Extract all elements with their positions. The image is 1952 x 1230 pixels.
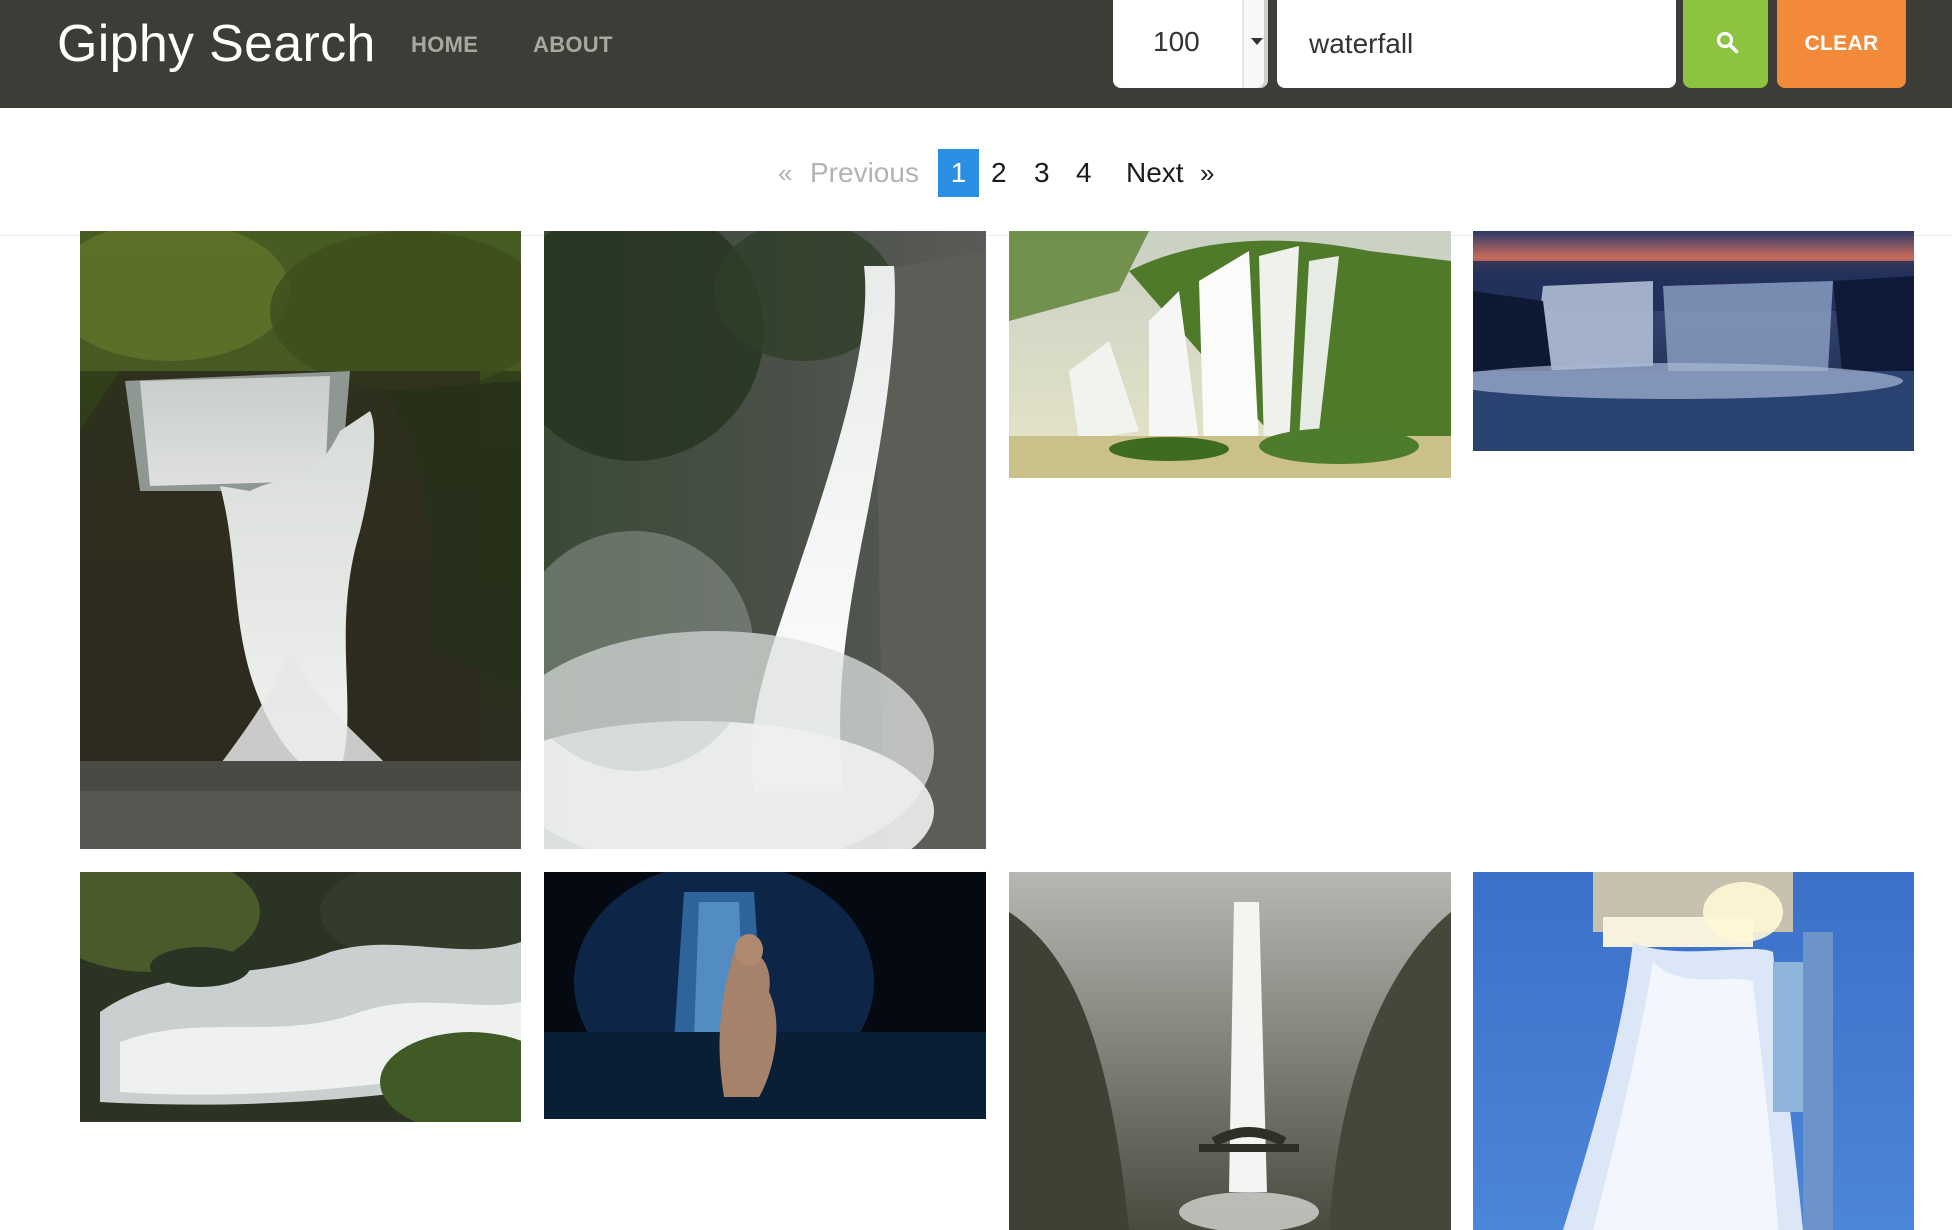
navbar: Giphy Search HOME ABOUT 100 CLEAR bbox=[0, 0, 1952, 108]
limit-select[interactable]: 100 bbox=[1113, 0, 1268, 88]
chevron-down-icon bbox=[1251, 38, 1263, 45]
gif-thumbnail[interactable] bbox=[1009, 872, 1451, 1230]
pagination-next-arrow[interactable]: » bbox=[1200, 149, 1214, 197]
pagination: « Previous 1 2 3 4 Next » bbox=[0, 108, 1952, 236]
search-input[interactable] bbox=[1277, 0, 1676, 88]
search-button[interactable] bbox=[1683, 0, 1768, 88]
gif-thumbnail[interactable] bbox=[544, 872, 986, 1119]
nav-link-home[interactable]: HOME bbox=[411, 32, 478, 58]
waterfall-image bbox=[1009, 872, 1451, 1230]
pagination-next[interactable]: Next bbox=[1126, 149, 1184, 197]
waterfall-image bbox=[1009, 231, 1451, 478]
search-icon bbox=[1716, 31, 1739, 54]
gif-thumbnail[interactable] bbox=[1473, 231, 1914, 451]
gif-thumbnail[interactable] bbox=[544, 231, 986, 849]
pagination-page-3[interactable]: 3 bbox=[1034, 149, 1050, 197]
waterfall-image bbox=[544, 231, 986, 849]
gif-thumbnail[interactable] bbox=[80, 231, 521, 849]
pagination-previous[interactable]: Previous bbox=[810, 149, 919, 197]
waterfall-image bbox=[80, 231, 521, 849]
brand-title[interactable]: Giphy Search bbox=[57, 14, 376, 74]
waterfall-image bbox=[80, 872, 521, 1122]
waterfall-image bbox=[1473, 872, 1914, 1230]
waterfall-image bbox=[1473, 231, 1914, 451]
limit-value: 100 bbox=[1153, 26, 1200, 57]
gif-thumbnail[interactable] bbox=[80, 872, 521, 1122]
gif-thumbnail[interactable] bbox=[1473, 872, 1914, 1230]
pagination-prev-arrow: « bbox=[778, 158, 793, 188]
waterfall-image bbox=[544, 872, 986, 1119]
gif-thumbnail[interactable] bbox=[1009, 231, 1451, 478]
pagination-page-1[interactable]: 1 bbox=[938, 149, 979, 197]
pagination-page-2[interactable]: 2 bbox=[991, 149, 1007, 197]
clear-button[interactable]: CLEAR bbox=[1777, 0, 1906, 88]
nav-link-about[interactable]: ABOUT bbox=[533, 32, 613, 58]
pagination-page-4[interactable]: 4 bbox=[1076, 149, 1092, 197]
limit-dropdown-toggle[interactable] bbox=[1242, 0, 1268, 88]
